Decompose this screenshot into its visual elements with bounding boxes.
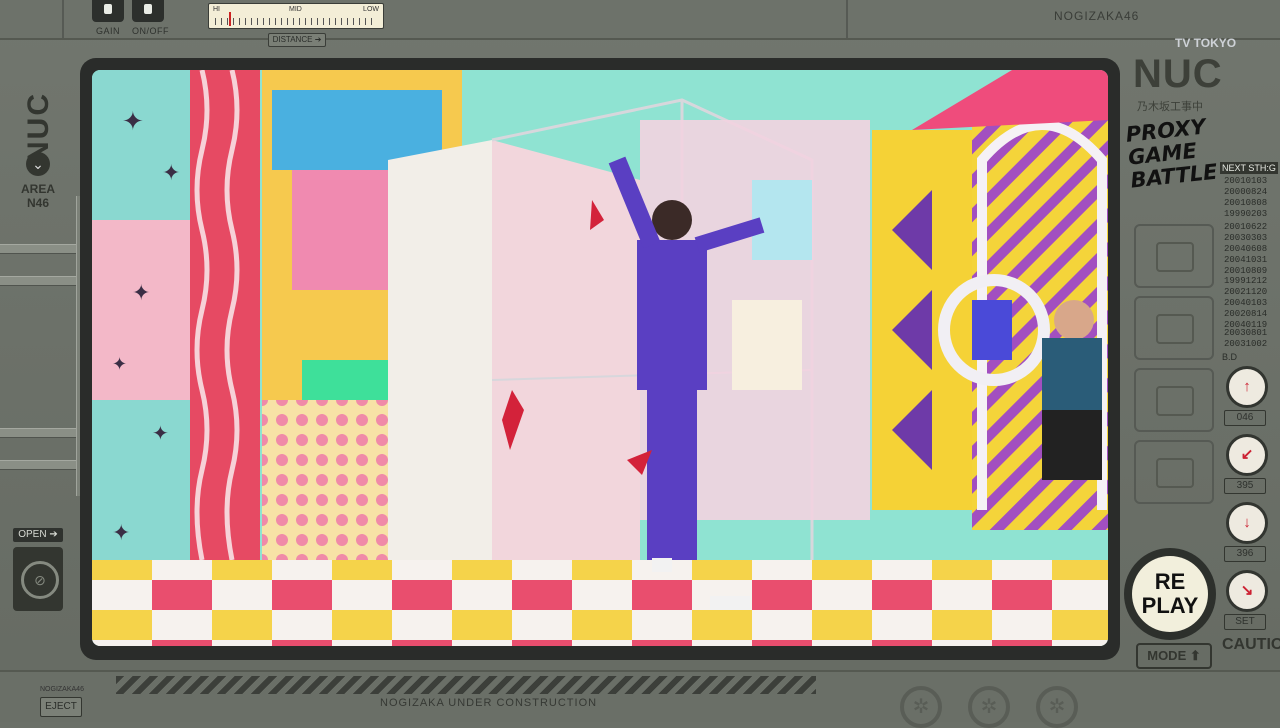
open-label: OPEN ➔ — [13, 528, 63, 542]
date-item: 20000824 — [1224, 187, 1268, 197]
divider — [62, 0, 64, 38]
gain-knob-icon — [104, 4, 112, 14]
area-label-line2: N46 — [26, 196, 49, 210]
distance-label: DISTANCE — [272, 35, 313, 44]
slot-square-icon — [1156, 242, 1194, 272]
open-button[interactable]: ⊘ — [13, 547, 63, 611]
gauge-label: 395 — [1224, 478, 1266, 494]
gear-wheel-icon: ✲ — [1036, 686, 1078, 728]
gain-label: GAIN — [96, 26, 121, 36]
area-label-line1: AREA — [20, 182, 55, 196]
rail — [0, 460, 80, 470]
top-bar: GAIN ON/OFF HI MID LOW NOGIZAKA46 — [0, 0, 1280, 40]
gain-button[interactable] — [92, 0, 124, 22]
nuc-big-label: NUC — [1133, 52, 1223, 96]
mode-label: MODE — [1147, 648, 1187, 663]
gear-wheel-icon: ✲ — [900, 686, 942, 728]
distance-meter: HI MID LOW — [208, 3, 384, 29]
eject-button[interactable]: EJECT — [40, 697, 82, 717]
dates-group: 19991212 20021120 20040103 20020814 2004… — [1224, 276, 1267, 331]
show-title-jp: 乃木坂工事中 — [1137, 101, 1203, 113]
arrow-up-icon: ⬆ — [1189, 648, 1201, 663]
svg-text:✦: ✦ — [162, 160, 180, 185]
slot-square-icon — [1156, 314, 1194, 344]
replay-label: RE PLAY — [1132, 556, 1208, 632]
divider — [846, 0, 848, 38]
date-item: 20030801 — [1224, 328, 1268, 338]
rail — [0, 276, 80, 286]
svg-text:✦: ✦ — [152, 423, 169, 445]
control-slot[interactable] — [1134, 224, 1214, 288]
meter-needle — [229, 12, 231, 26]
meter-hi-label: HI — [213, 6, 220, 13]
onoff-button[interactable] — [132, 0, 164, 22]
gauge-dial-icon: ↓ — [1226, 502, 1268, 544]
date-item: 20040608 — [1224, 244, 1268, 254]
eject-small-label: NOGIZAKA46 — [40, 686, 84, 693]
rail — [0, 244, 80, 254]
dates-group: 20030801 20031002 — [1224, 328, 1267, 350]
meter-mid-label: MID — [289, 6, 302, 13]
control-slot[interactable] — [1134, 296, 1214, 360]
gauge-dial-icon: ↑ — [1226, 366, 1268, 408]
disc-icon: ⊘ — [21, 561, 59, 599]
svg-text:✦: ✦ — [112, 354, 127, 374]
gauge-dial-icon: ↘ — [1226, 570, 1268, 612]
meter-low-label: LOW — [363, 6, 379, 13]
control-slot[interactable] — [1134, 440, 1214, 504]
date-item: 20010808 — [1224, 198, 1268, 208]
gauge-dial-icon: ↙ — [1226, 434, 1268, 476]
date-item: 19991212 — [1224, 276, 1268, 286]
onoff-label: ON/OFF — [132, 26, 169, 36]
slot-square-icon — [1156, 386, 1194, 416]
date-item: 20010103 — [1224, 176, 1268, 186]
gear-wheel-icon: ✲ — [968, 686, 1010, 728]
replay-line-2: PLAY — [1141, 593, 1199, 618]
open-label-text: OPEN — [18, 529, 47, 540]
control-slot[interactable] — [1134, 368, 1214, 432]
svg-text:✦: ✦ — [112, 520, 130, 545]
video-frame-image: ✦ ✦ ✦ ✦ ✦ ✦ — [92, 70, 1108, 646]
distance-button[interactable]: DISTANCE ➔ — [268, 33, 326, 47]
chevron-down-icon: ⌄ — [26, 152, 50, 176]
dates-group: 20010622 20030303 20040608 20041031 2001… — [1224, 222, 1267, 277]
caution-label: CAUTION — [1222, 636, 1280, 653]
replay-button[interactable]: RE PLAY — [1124, 548, 1216, 640]
dates-group: 20010103 20000824 20010808 19990203 — [1224, 176, 1267, 220]
arrow-circle-icon: ➔ — [314, 35, 322, 44]
set-button[interactable]: SET — [1224, 614, 1266, 630]
rail — [0, 428, 80, 438]
top-right-label: NOGIZAKA46 — [1054, 9, 1140, 23]
meter-ticks — [215, 18, 377, 25]
slot-square-icon — [1156, 458, 1194, 488]
replay-line-1: RE — [1154, 569, 1186, 594]
power-knob-icon — [144, 4, 152, 14]
mode-button[interactable]: MODE ⬆ — [1136, 643, 1212, 669]
date-item: 20021120 — [1224, 287, 1268, 297]
gauge-label: 396 — [1224, 546, 1266, 562]
tv-channel-logo: TV TOKYO — [1175, 36, 1237, 50]
area-label: AREA N46 — [18, 182, 58, 210]
video-screen: ✦ ✦ ✦ ✦ ✦ ✦ — [92, 70, 1108, 646]
date-item: 20030303 — [1224, 233, 1268, 243]
next-sth-label: NEXT STH:G — [1220, 162, 1278, 174]
date-item: 20040103 — [1224, 298, 1268, 308]
date-item: 20041031 — [1224, 255, 1268, 265]
gauge-label: 046 — [1224, 410, 1266, 426]
date-item: 20020814 — [1224, 309, 1268, 319]
date-item: 20010622 — [1224, 222, 1268, 232]
date-item: 19990203 — [1224, 209, 1268, 219]
bd-label: B.D — [1222, 352, 1238, 362]
date-item: 20031002 — [1224, 339, 1268, 349]
svg-text:✦: ✦ — [122, 106, 144, 136]
hazard-stripes — [116, 676, 816, 694]
under-construction-label: NOGIZAKA UNDER CONSTRUCTION — [380, 697, 598, 709]
svg-text:✦: ✦ — [132, 280, 150, 305]
